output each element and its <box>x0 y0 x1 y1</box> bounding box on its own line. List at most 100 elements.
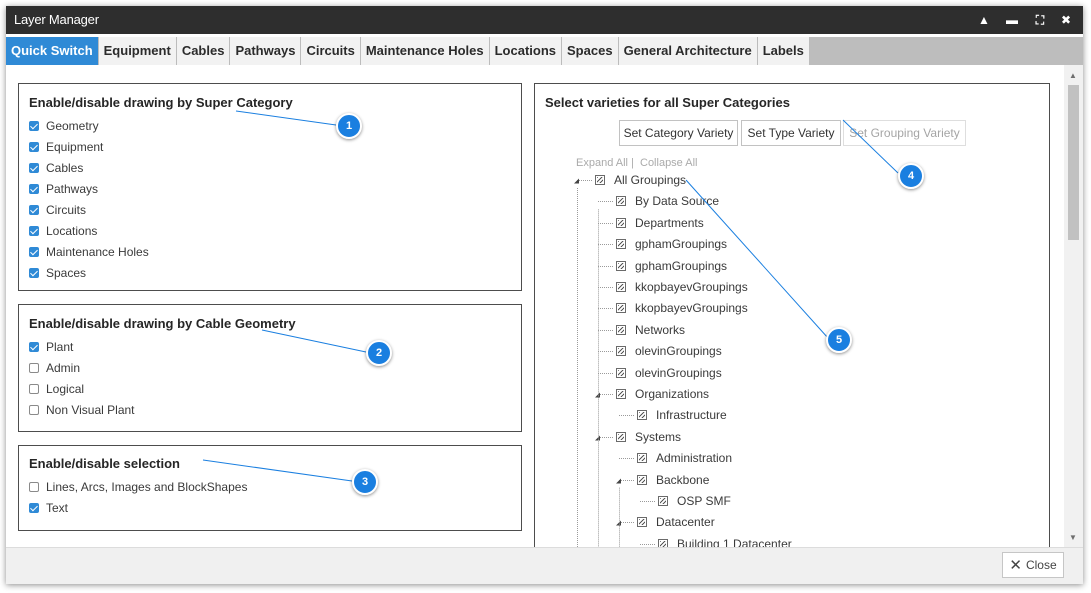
grouping-icon <box>637 517 647 528</box>
grouping-icon <box>616 282 626 292</box>
tree-node[interactable]: Backbone <box>637 472 709 488</box>
checkbox-checked-icon[interactable] <box>29 121 39 131</box>
tab-locations[interactable]: Locations <box>489 37 563 65</box>
checkbox-unchecked-icon[interactable] <box>29 363 39 373</box>
checkbox-label: Locations <box>46 224 98 238</box>
tree-node[interactable]: Departments <box>616 215 704 231</box>
tab-bar: Quick Switch Equipment Cables Pathways Circu… <box>6 37 1083 65</box>
tree-node[interactable]: gphamGroupings <box>616 236 727 252</box>
tab-labels[interactable]: Labels <box>757 37 810 65</box>
checkbox-circuits[interactable]: Circuits <box>29 203 86 217</box>
callout-1: 1 <box>336 113 362 139</box>
tab-spaces[interactable]: Spaces <box>562 37 619 65</box>
checkbox-label: Equipment <box>46 140 104 154</box>
collapse-icon[interactable]: ▲ <box>974 6 994 34</box>
tree-node-label: All Groupings <box>614 173 687 187</box>
checkbox-checked-icon[interactable] <box>29 226 39 236</box>
checkbox-admin[interactable]: Admin <box>29 361 80 375</box>
tree-node-label: kkopbayevGroupings <box>635 301 748 316</box>
vertical-scrollbar[interactable]: ▲ ▼ <box>1064 65 1083 547</box>
tree-node[interactable]: Datacenter <box>637 514 715 530</box>
checkbox-non-visual-plant[interactable]: Non Visual Plant <box>29 403 135 417</box>
close-x-icon: ✕ <box>1009 557 1022 574</box>
tree-node[interactable]: olevinGroupings <box>616 365 722 381</box>
tree-node[interactable]: olevinGroupings <box>616 343 722 359</box>
checkbox-checked-icon[interactable] <box>29 184 39 194</box>
maximize-icon[interactable]: ⛶ <box>1030 6 1050 34</box>
checkbox-text[interactable]: Text <box>29 501 68 515</box>
checkbox-checked-icon[interactable] <box>29 503 39 513</box>
tree-node[interactable]: gphamGroupings <box>616 258 727 274</box>
checkbox-label: Logical <box>46 382 85 396</box>
checkbox-cables[interactable]: Cables <box>29 161 83 175</box>
close-button-label: Close <box>1025 558 1057 572</box>
callout-3: 3 <box>352 469 378 495</box>
tab-cables[interactable]: Cables <box>176 37 231 65</box>
checkbox-checked-icon[interactable] <box>29 268 39 278</box>
tree-node[interactable]: Infrastructure <box>637 407 727 423</box>
grouping-icon <box>616 260 626 271</box>
tree-node[interactable]: All Groupings <box>595 172 686 188</box>
checkbox-checked-icon[interactable] <box>29 205 39 215</box>
checkbox-unchecked-icon[interactable] <box>29 482 39 492</box>
title-bar[interactable]: Layer Manager ▲ ▬ ⛶ ✖ <box>6 6 1083 34</box>
tab-quick-switch[interactable]: Quick Switch <box>6 37 99 65</box>
checkbox-maintenance-holes[interactable]: Maintenance Holes <box>29 245 149 259</box>
checkbox-unchecked-icon[interactable] <box>29 384 39 394</box>
checkbox-checked-icon[interactable] <box>29 142 39 152</box>
window-title: Layer Manager <box>14 12 99 27</box>
cable-geometry-title: Enable/disable drawing by Cable Geometry <box>29 316 296 331</box>
tree-node[interactable]: Systems <box>616 429 681 445</box>
checkbox-geometry[interactable]: Geometry <box>29 119 99 133</box>
grouping-icon <box>637 453 647 464</box>
close-icon[interactable]: ✖ <box>1056 6 1076 34</box>
tree-node-label: Datacenter <box>656 515 715 530</box>
selection-panel: Enable/disable selection Lines, Arcs, Im… <box>18 445 522 531</box>
checkbox-label: Cables <box>46 161 84 175</box>
tree-node-label: kkopbayevGroupings <box>635 280 748 294</box>
checkbox-logical[interactable]: Logical <box>29 382 84 396</box>
checkbox-plant[interactable]: Plant <box>29 340 73 354</box>
tree-node[interactable]: Building 1 Datacenter <box>658 536 792 547</box>
close-button[interactable]: ✕ Close <box>1002 552 1064 578</box>
tree-node[interactable]: Organizations <box>616 386 709 402</box>
checkbox-equipment[interactable]: Equipment <box>29 140 103 154</box>
checkbox-unchecked-icon[interactable] <box>29 405 39 415</box>
tree-node-label: gphamGroupings <box>635 258 728 273</box>
scroll-up-icon[interactable]: ▲ <box>1069 71 1077 80</box>
checkbox-label: Plant <box>46 340 74 354</box>
tree-node[interactable]: Networks <box>616 322 685 338</box>
tab-pathways[interactable]: Pathways <box>230 37 302 65</box>
tree-node[interactable]: kkopbayevGroupings <box>616 279 748 295</box>
callout-2: 2 <box>366 340 392 366</box>
grouping-icon <box>616 217 626 228</box>
checkbox-spaces[interactable]: Spaces <box>29 266 86 280</box>
checkbox-pathways[interactable]: Pathways <box>29 182 98 196</box>
minimize-icon[interactable]: ▬ <box>1002 6 1022 34</box>
tree-node[interactable]: OSP SMF <box>658 493 731 509</box>
tab-circuits[interactable]: Circuits <box>301 37 361 65</box>
checkbox-checked-icon[interactable] <box>29 247 39 257</box>
tab-equipment[interactable]: Equipment <box>98 37 177 65</box>
checkbox-label: Text <box>46 501 69 515</box>
tree-node[interactable]: Administration <box>637 450 732 466</box>
tree-node-label: Systems <box>635 429 682 444</box>
tab-general-architecture[interactable]: General Architecture <box>618 37 758 65</box>
grouping-icon <box>658 496 668 506</box>
grouping-icon <box>616 324 626 335</box>
checkbox-checked-icon[interactable] <box>29 163 39 173</box>
checkbox-lines-arcs-images-and-blockshapes[interactable]: Lines, Arcs, Images and BlockShapes <box>29 480 247 494</box>
tab-maintenance-holes[interactable]: Maintenance Holes <box>360 37 490 65</box>
grouping-icon <box>658 538 668 547</box>
tree-node-label: Networks <box>635 322 686 337</box>
grouping-icon <box>616 196 626 207</box>
checkbox-checked-icon[interactable] <box>29 342 39 352</box>
tree-node[interactable]: kkopbayevGroupings <box>616 300 748 316</box>
cable-geometry-panel: Enable/disable drawing by Cable Geometry… <box>18 304 522 432</box>
tree-node-label: Infrastructure <box>656 408 727 423</box>
scrollbar-thumb[interactable] <box>1068 85 1079 240</box>
dialog-footer: ✕ Close <box>6 547 1083 584</box>
checkbox-locations[interactable]: Locations <box>29 224 97 238</box>
tree-node[interactable]: By Data Source <box>616 193 719 209</box>
scroll-down-icon[interactable]: ▼ <box>1069 533 1077 542</box>
